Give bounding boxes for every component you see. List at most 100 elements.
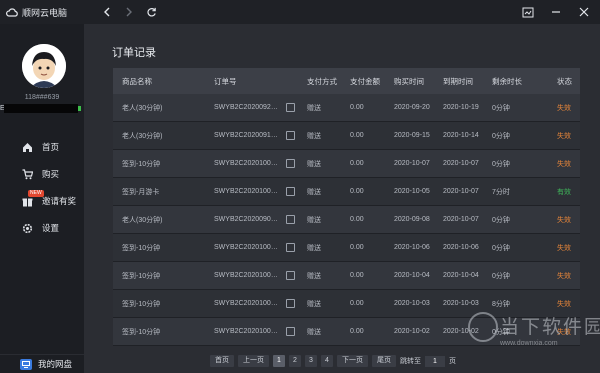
payment-method: 赠送 [307,104,321,112]
purchase-time: 2020-10-05 [394,188,430,195]
product-name: 签到-10分钟 [122,300,161,308]
expire-time: 2020-10-07 [443,188,479,195]
page-number[interactable]: 2 [289,355,301,367]
netdisk-icon [20,358,32,370]
online-indicator [78,106,81,111]
expire-time: 2020-10-02 [443,328,479,335]
copy-icon[interactable] [286,131,295,140]
page-suffix: 页 [449,358,456,365]
column-header: 订单号 [214,76,237,86]
product-name: 签到-10分钟 [122,328,161,336]
remaining-time: 7分时 [492,188,510,196]
redacted-username [4,104,78,113]
remaining-time: 0分钟 [492,216,510,224]
purchase-time: 2020-10-03 [394,300,430,307]
payment-amount: 0.00 [350,104,364,111]
gear-icon [20,221,34,235]
app-brand: 顺网云电脑 [0,6,98,19]
page-number[interactable]: 1 [273,355,285,367]
sidebar-item-invite[interactable]: NEW 邀请有奖 [0,190,84,210]
payment-amount: 0.00 [350,244,364,251]
cart-icon [20,167,34,181]
first-page-button[interactable]: 首页 [210,355,234,367]
column-header: 支付金额 [350,76,380,86]
status-badge: 失效 [557,160,571,168]
status-badge: 失效 [557,328,571,336]
prev-page-button[interactable]: 上一页 [238,355,269,367]
table-header: 商品名称 订单号 支付方式 支付金额 购买时间 到期时间 剩余时长 状态 [113,68,580,94]
sidebar-item-home[interactable]: 首页 [0,138,84,156]
product-name: 签到-10分钟 [122,160,161,168]
order-number-text: SWYB2C2020100… [214,328,278,335]
payment-amount: 0.00 [350,328,364,335]
expire-time: 2020-10-03 [443,300,479,307]
order-number: SWYB2C2020090… [205,215,298,224]
order-number: SWYB2C2020100… [205,271,298,280]
forward-button[interactable] [120,3,138,21]
sidebar-item-settings[interactable]: 设置 [0,219,84,237]
sidebar-item-netdisk[interactable]: 我的网盘 [0,354,84,373]
page-number[interactable]: 4 [321,355,333,367]
expire-time: 2020-10-07 [443,160,479,167]
column-header: 到期时间 [443,76,473,86]
home-icon [20,140,34,154]
sidebar-item-buy[interactable]: 购买 [0,165,84,183]
copy-icon[interactable] [286,327,295,336]
gift-icon: NEW [20,190,44,208]
copy-icon[interactable] [286,299,295,308]
copy-icon[interactable] [286,159,295,168]
copy-icon[interactable] [286,271,295,280]
jump-page-input[interactable] [425,355,445,367]
order-number: SWYB2C2020092… [205,103,298,112]
payment-method: 赠送 [307,188,321,196]
expire-time: 2020-10-06 [443,244,479,251]
column-header: 剩余时长 [492,76,522,86]
page-number[interactable]: 3 [305,355,317,367]
copy-icon[interactable] [286,103,295,112]
payment-method: 赠送 [307,244,321,252]
sidebar-item-label: 设置 [42,223,60,233]
orders-table: 商品名称 订单号 支付方式 支付金额 购买时间 到期时间 剩余时长 状态 老人(… [113,68,580,346]
cloud-icon [6,6,18,18]
payment-amount: 0.00 [350,300,364,307]
table-row: 老人(30分钟) SWYB2C2020091… 赠送 0.00 2020-09-15 20… [113,122,580,150]
payment-method: 赠送 [307,300,321,308]
copy-icon[interactable] [286,243,295,252]
remaining-time: 0分钟 [492,244,510,252]
minimize-button[interactable] [548,4,564,20]
status-badge: 失效 [557,216,571,224]
order-number-text: SWYB2C2020100… [214,272,278,279]
product-name: 签到-10分钟 [122,244,161,252]
order-number-text: SWYB2C2020092… [214,104,278,111]
status-badge: 失效 [557,300,571,308]
column-header: 商品名称 [122,76,152,86]
next-page-button[interactable]: 下一页 [337,355,368,367]
order-number: SWYB2C2020091… [205,131,298,140]
product-name: 老人(30分钟) [122,104,163,112]
table-row: 签到-月游卡 SWYB2C2020100… 赠送 0.00 2020-10-05 2020… [113,178,580,206]
new-badge: NEW [28,190,44,197]
order-number: SWYB2C2020100… [205,299,298,308]
status-badge: 有效 [557,188,571,196]
column-header: 购买时间 [394,76,424,86]
screenshot-icon[interactable] [520,4,536,20]
copy-icon[interactable] [286,187,295,196]
product-name: 签到-10分钟 [122,272,161,280]
copy-icon[interactable] [286,215,295,224]
app-title: 顺网云电脑 [22,7,68,18]
table-row: 签到-10分钟 SWYB2C2020100… 赠送 0.00 2020-10-06 202… [113,234,580,262]
close-button[interactable] [576,4,592,20]
avatar[interactable] [22,44,66,88]
back-button[interactable] [98,3,116,21]
expire-time: 2020-10-07 [443,216,479,223]
last-page-button[interactable]: 尾页 [372,355,396,367]
payment-amount: 0.00 [350,188,364,195]
table-row: 签到-10分钟 SWYB2C2020100… 赠送 0.00 2020-10-07 202… [113,150,580,178]
order-number-text: SWYB2C2020091… [214,132,278,139]
purchase-time: 2020-09-20 [394,104,430,111]
order-number-text: SWYB2C2020090… [214,216,278,223]
remaining-time: 0分钟 [492,160,510,168]
table-row: 签到-10分钟 SWYB2C2020100… 赠送 0.00 2020-10-02 202… [113,318,580,346]
remaining-time: 0分钟 [492,104,510,112]
refresh-button[interactable] [142,3,160,21]
